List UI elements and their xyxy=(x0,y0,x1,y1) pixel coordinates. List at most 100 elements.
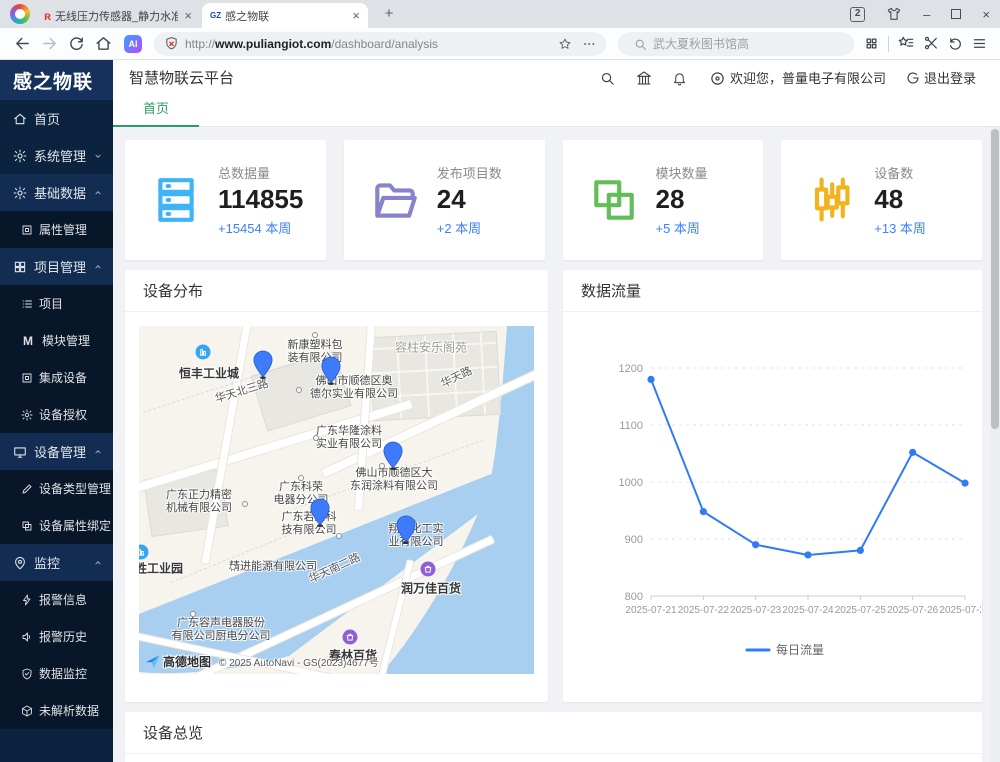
svg-text:2025-07-21: 2025-07-21 xyxy=(625,605,677,616)
tab-close-icon[interactable]: × xyxy=(352,9,360,22)
browser-search-box[interactable]: 武大夏秋图书馆高 xyxy=(618,32,854,56)
back-icon xyxy=(14,35,31,52)
map-pin[interactable] xyxy=(310,498,331,533)
stat-card: 设备数48+13 本周 xyxy=(781,140,982,260)
cube-icon xyxy=(21,705,33,717)
sidebar-item[interactable]: 项目管理 xyxy=(0,248,113,285)
sidebar-item[interactable]: 项目 xyxy=(0,285,113,322)
restore-session-icon[interactable] xyxy=(948,35,963,53)
more-options-icon[interactable] xyxy=(582,36,596,51)
sidebar-item[interactable]: 属性管理 xyxy=(0,211,113,248)
sidebar-item-label: 报警信息 xyxy=(39,591,87,608)
folder-stat-icon xyxy=(370,175,420,225)
tab-home[interactable]: 首页 xyxy=(113,98,199,127)
close-window-button[interactable]: × xyxy=(982,7,990,22)
sidebar-item-label: 数据监控 xyxy=(39,665,87,682)
browser-tab-1[interactable]: ʀ 无线压力传感器_静力水准仪_ × xyxy=(36,3,200,28)
tab-title: 感之物联 xyxy=(225,8,346,24)
ai-assistant-icon[interactable]: AI xyxy=(124,35,142,53)
sidebar-item-label: 首页 xyxy=(34,109,60,128)
device-overview-card: 设备总览 xyxy=(125,712,982,762)
page-header: 智慧物联云平台 欢迎您，普量电子有限公司 退出登录 xyxy=(113,60,1000,95)
map-poi-dot xyxy=(190,611,196,617)
new-tab-button[interactable]: + xyxy=(380,5,398,23)
address-bar[interactable]: http://www.puliangiot.com/dashboard/anal… xyxy=(154,32,606,56)
square-icon xyxy=(21,372,33,384)
theme-shirt-icon[interactable] xyxy=(886,6,902,23)
forward-button[interactable] xyxy=(41,35,58,52)
collect-icon xyxy=(898,35,914,51)
tab1-favicon-icon: ʀ xyxy=(44,9,51,23)
home-button[interactable] xyxy=(95,35,112,52)
header-search-icon[interactable] xyxy=(600,70,616,86)
map-pin[interactable] xyxy=(396,515,417,550)
homeb-icon xyxy=(95,35,112,52)
scrollbar-track[interactable] xyxy=(990,127,1000,762)
server-stat-icon xyxy=(151,175,201,225)
sidebar-item[interactable]: 系统管理 xyxy=(0,137,113,174)
sidebar-item[interactable]: M 模块管理 xyxy=(0,322,113,359)
map-pin[interactable] xyxy=(321,356,342,391)
stat-value: 114855 xyxy=(218,185,303,214)
map-pin[interactable] xyxy=(383,441,404,476)
sidebar-item[interactable]: 集成设备 xyxy=(0,359,113,396)
sidebar-menu: 首页系统管理基础数据属性管理项目管理项目 M 模块管理集成设备设备授权设备管理设备类… xyxy=(0,100,113,729)
map-poi-label: 广东容声电器股份有限公司厨电分公司 xyxy=(172,617,271,643)
minimize-button[interactable]: – xyxy=(923,7,930,22)
traffic-line-chart: 8009001000110012002025-07-212025-07-2220… xyxy=(581,354,981,666)
sidebar-item[interactable]: 设备类型管理 xyxy=(0,470,113,507)
sidebar-item[interactable]: 监控 xyxy=(0,544,113,581)
svg-text:2025-07-27: 2025-07-27 xyxy=(939,605,981,616)
search-icon xyxy=(600,71,615,86)
browser-menu-icon[interactable] xyxy=(972,35,987,53)
maximize-button[interactable] xyxy=(951,9,961,19)
sidebar-item-label: 项目管理 xyxy=(34,257,86,276)
map-canvas[interactable]: 华天北三路华天路华天南二路容柱安乐阁苑新康塑料包装有限公司恒丰工业城佛山市顺德区… xyxy=(139,326,534,674)
letter-m-icon: M xyxy=(21,334,35,348)
map-pin[interactable] xyxy=(253,350,274,385)
site-security-shield-icon[interactable] xyxy=(164,36,179,51)
sidebar-item-label: 模块管理 xyxy=(42,332,90,349)
stat-delta: +15454 本周 xyxy=(218,218,303,237)
bookmark-star-icon[interactable] xyxy=(558,36,572,51)
sidebar-item[interactable]: 报警信息 xyxy=(0,581,113,618)
sidebar-item[interactable]: 设备管理 xyxy=(0,433,113,470)
browser-tab-2[interactable]: GZ 感之物联 × xyxy=(202,3,368,28)
svg-text:2025-07-25: 2025-07-25 xyxy=(835,605,887,616)
map-poi-label: 恒丰工业城 xyxy=(179,368,239,381)
chart-card-title: 数据流量 xyxy=(563,270,982,312)
reload-button[interactable] xyxy=(68,35,85,52)
back-button[interactable] xyxy=(14,35,31,52)
sidebar-item[interactable]: 未解析数据 xyxy=(0,692,113,729)
search-placeholder: 武大夏秋图书馆高 xyxy=(653,35,749,52)
reload-icon xyxy=(68,35,85,52)
notification-bell-icon[interactable] xyxy=(672,70,688,86)
sidebar-item[interactable]: 基础数据 xyxy=(0,174,113,211)
tab-count-badge[interactable]: 2 xyxy=(850,7,865,22)
stat-label: 设备数 xyxy=(874,163,926,182)
map-poi-dot xyxy=(298,475,304,481)
landmark-badge-icon xyxy=(196,345,211,360)
browser-logo-icon[interactable] xyxy=(10,4,30,24)
screenshot-scissors-icon[interactable] xyxy=(923,35,939,53)
dashboard-content: 总数据量114855+15454 本周发布项目数24+2 本周模块数量28+5 … xyxy=(113,127,1000,762)
undo-icon xyxy=(948,36,963,51)
legend-label[interactable]: 每日流量 xyxy=(776,642,824,657)
sidebar-item[interactable]: 设备属性绑定 xyxy=(0,507,113,544)
home-icon xyxy=(13,112,27,126)
apps-grid-icon[interactable] xyxy=(864,35,879,53)
sidebar-item[interactable]: 设备授权 xyxy=(0,396,113,433)
favorites-list-icon[interactable] xyxy=(898,35,914,53)
device-map-card: 设备分布 华天北三路华天路华天南二路容柱安乐阁苑新康塑料包装有限公司恒丰工业城佛… xyxy=(125,270,548,702)
scrollbar-thumb[interactable] xyxy=(991,129,999,429)
tab-close-icon[interactable]: × xyxy=(184,9,192,22)
svg-text:2025-07-22: 2025-07-22 xyxy=(678,605,730,616)
overview-card-title: 设备总览 xyxy=(125,712,982,754)
logout-button[interactable]: 退出登录 xyxy=(906,68,976,87)
sidebar-item[interactable]: 报警历史 xyxy=(0,618,113,655)
sidebar-item[interactable]: 首页 xyxy=(0,100,113,137)
stat-devices-icon xyxy=(807,175,857,225)
organization-bank-icon[interactable] xyxy=(636,70,652,86)
sidebar-item[interactable]: 数据监控 xyxy=(0,655,113,692)
stat-delta: +13 本周 xyxy=(874,218,926,237)
